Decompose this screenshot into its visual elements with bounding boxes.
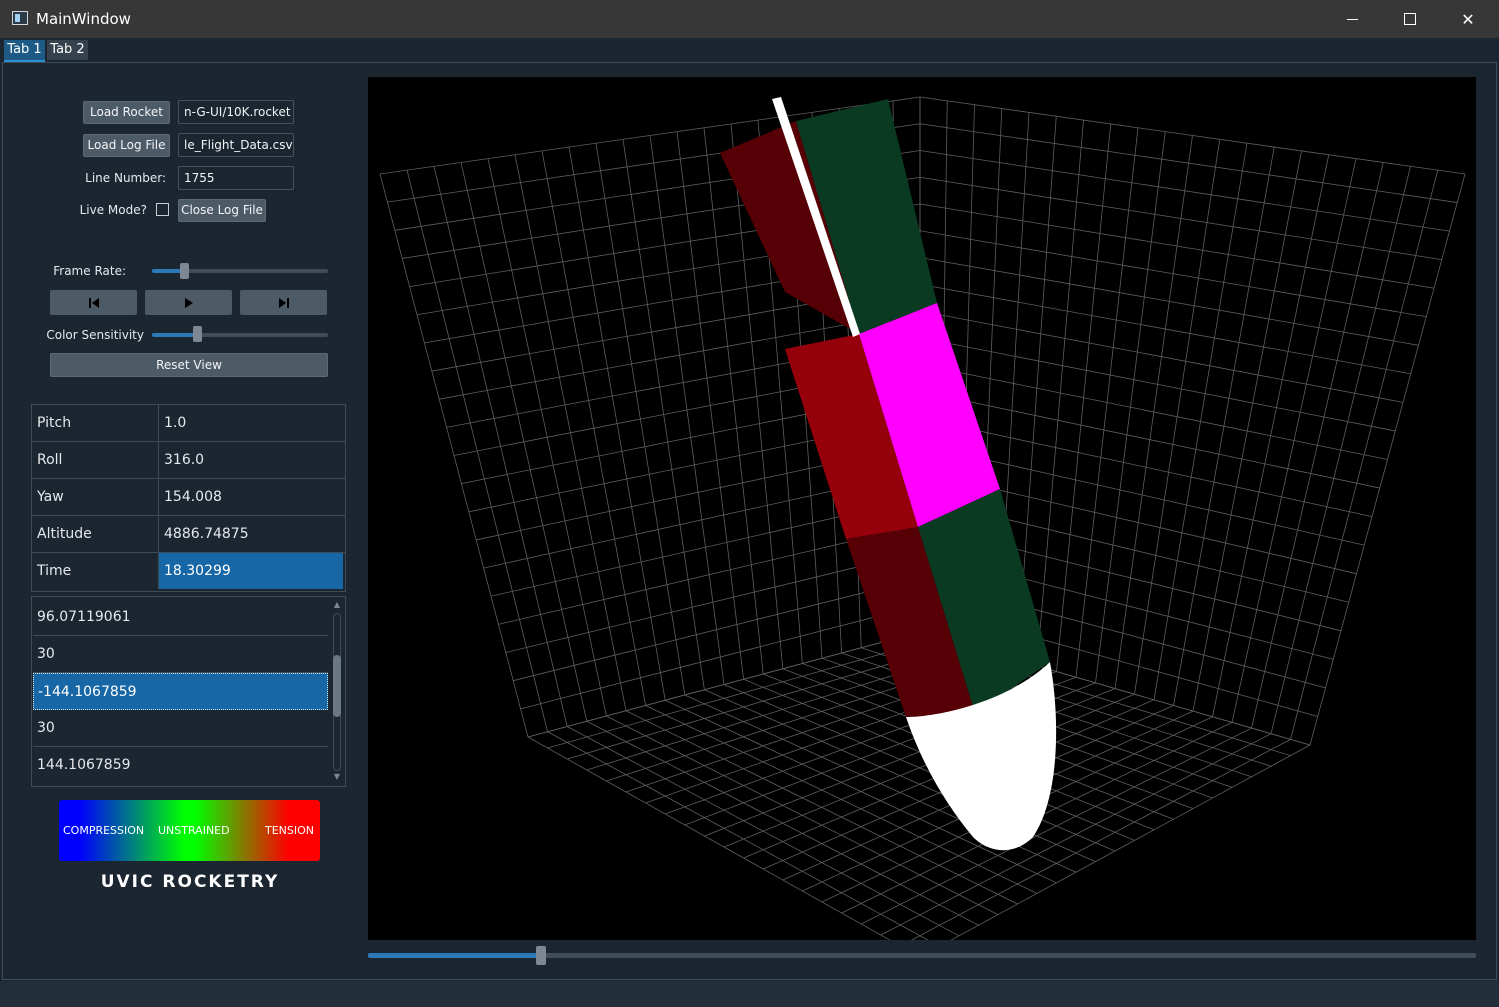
maximize-icon[interactable]	[1381, 0, 1439, 38]
list-item[interactable]: 30	[33, 636, 328, 673]
rocket-3d-viewport[interactable]	[368, 77, 1476, 940]
row-value[interactable]: 18.30299	[159, 553, 343, 589]
row-key: Yaw	[32, 479, 159, 515]
skip-next-icon	[278, 297, 289, 308]
minimize-icon[interactable]	[1323, 0, 1381, 38]
list-item[interactable]: -144.1067859	[33, 673, 328, 710]
status-bar	[0, 981, 1499, 1007]
timeline-slider-handle[interactable]	[536, 946, 546, 965]
scroll-down-icon[interactable]: ▼	[332, 773, 342, 781]
list-scrollbar[interactable]: ▲ ▼	[330, 597, 344, 786]
rocket-file-field[interactable]: n-G-UI/10K.rocket	[178, 100, 294, 124]
frame-rate-label: Frame Rate:	[53, 264, 126, 278]
row-value[interactable]: 316.0	[159, 442, 343, 478]
rocket-scene[interactable]	[368, 77, 1476, 940]
rocket-model	[720, 97, 1057, 851]
timeline-slider[interactable]	[368, 953, 1476, 958]
tab-bar: Tab 1 Tab 2	[0, 38, 1499, 63]
window-title: MainWindow	[36, 10, 131, 28]
skip-previous-button[interactable]	[50, 290, 137, 315]
color-sensitivity-slider-handle[interactable]	[193, 326, 202, 342]
list-item[interactable]: 144.1067859	[33, 747, 328, 784]
row-key: Roll	[32, 442, 159, 478]
line-number-input[interactable]: 1755	[178, 166, 294, 190]
tab-1[interactable]: Tab 1	[4, 40, 45, 62]
title-bar: MainWindow ✕	[0, 0, 1499, 38]
uvic-rocketry-logo: UVIC ROCKETRY	[100, 872, 280, 892]
list-item[interactable]: 30	[33, 710, 328, 747]
row-key: Altitude	[32, 516, 159, 552]
legend-unstrained: UNSTRAINED	[158, 824, 230, 837]
close-icon[interactable]: ✕	[1439, 0, 1497, 38]
play-icon	[184, 297, 193, 308]
table-row[interactable]: Yaw 154.008	[32, 479, 345, 516]
live-mode-label: Live Mode?	[79, 203, 147, 217]
row-value[interactable]: 4886.74875	[159, 516, 343, 552]
values-list[interactable]: 96.07119061 30 -144.1067859 30 144.10678…	[31, 596, 346, 787]
row-key: Time	[32, 553, 159, 589]
load-rocket-button[interactable]: Load Rocket	[83, 101, 170, 124]
live-mode-checkbox[interactable]	[156, 203, 169, 216]
legend-tension: TENSION	[265, 824, 315, 837]
tab-2[interactable]: Tab 2	[47, 40, 88, 60]
skip-next-button[interactable]	[240, 290, 327, 315]
row-value[interactable]: 1.0	[159, 405, 343, 441]
strain-color-legend: COMPRESSION UNSTRAINED TENSION	[59, 800, 320, 861]
table-row[interactable]: Pitch 1.0	[32, 405, 345, 442]
table-row[interactable]: Altitude 4886.74875	[32, 516, 345, 553]
close-log-file-button[interactable]: Close Log File	[178, 199, 266, 222]
log-file-field[interactable]: le_Flight_Data.csv	[178, 133, 294, 157]
list-item[interactable]: 96.07119061	[33, 599, 328, 636]
app-window-icon	[12, 11, 28, 25]
legend-compression: COMPRESSION	[63, 824, 145, 837]
row-key: Pitch	[32, 405, 159, 441]
frame-rate-slider[interactable]	[152, 269, 328, 273]
line-number-label: Line Number:	[85, 171, 166, 185]
telemetry-table: Pitch 1.0 Roll 316.0 Yaw 154.008 Altitud…	[31, 404, 346, 592]
scroll-handle[interactable]	[333, 655, 341, 717]
skip-previous-icon	[88, 297, 99, 308]
color-sensitivity-label: Color Sensitivity	[46, 328, 144, 342]
table-row[interactable]: Time 18.30299	[32, 553, 345, 590]
play-button[interactable]	[145, 290, 232, 315]
load-log-file-button[interactable]: Load Log File	[83, 134, 170, 157]
table-row[interactable]: Roll 316.0	[32, 442, 345, 479]
scroll-up-icon[interactable]: ▲	[332, 601, 342, 609]
frame-rate-slider-handle[interactable]	[180, 263, 189, 279]
row-value[interactable]: 154.008	[159, 479, 343, 515]
color-sensitivity-slider[interactable]	[152, 333, 328, 337]
reset-view-button[interactable]: Reset View	[50, 353, 328, 377]
